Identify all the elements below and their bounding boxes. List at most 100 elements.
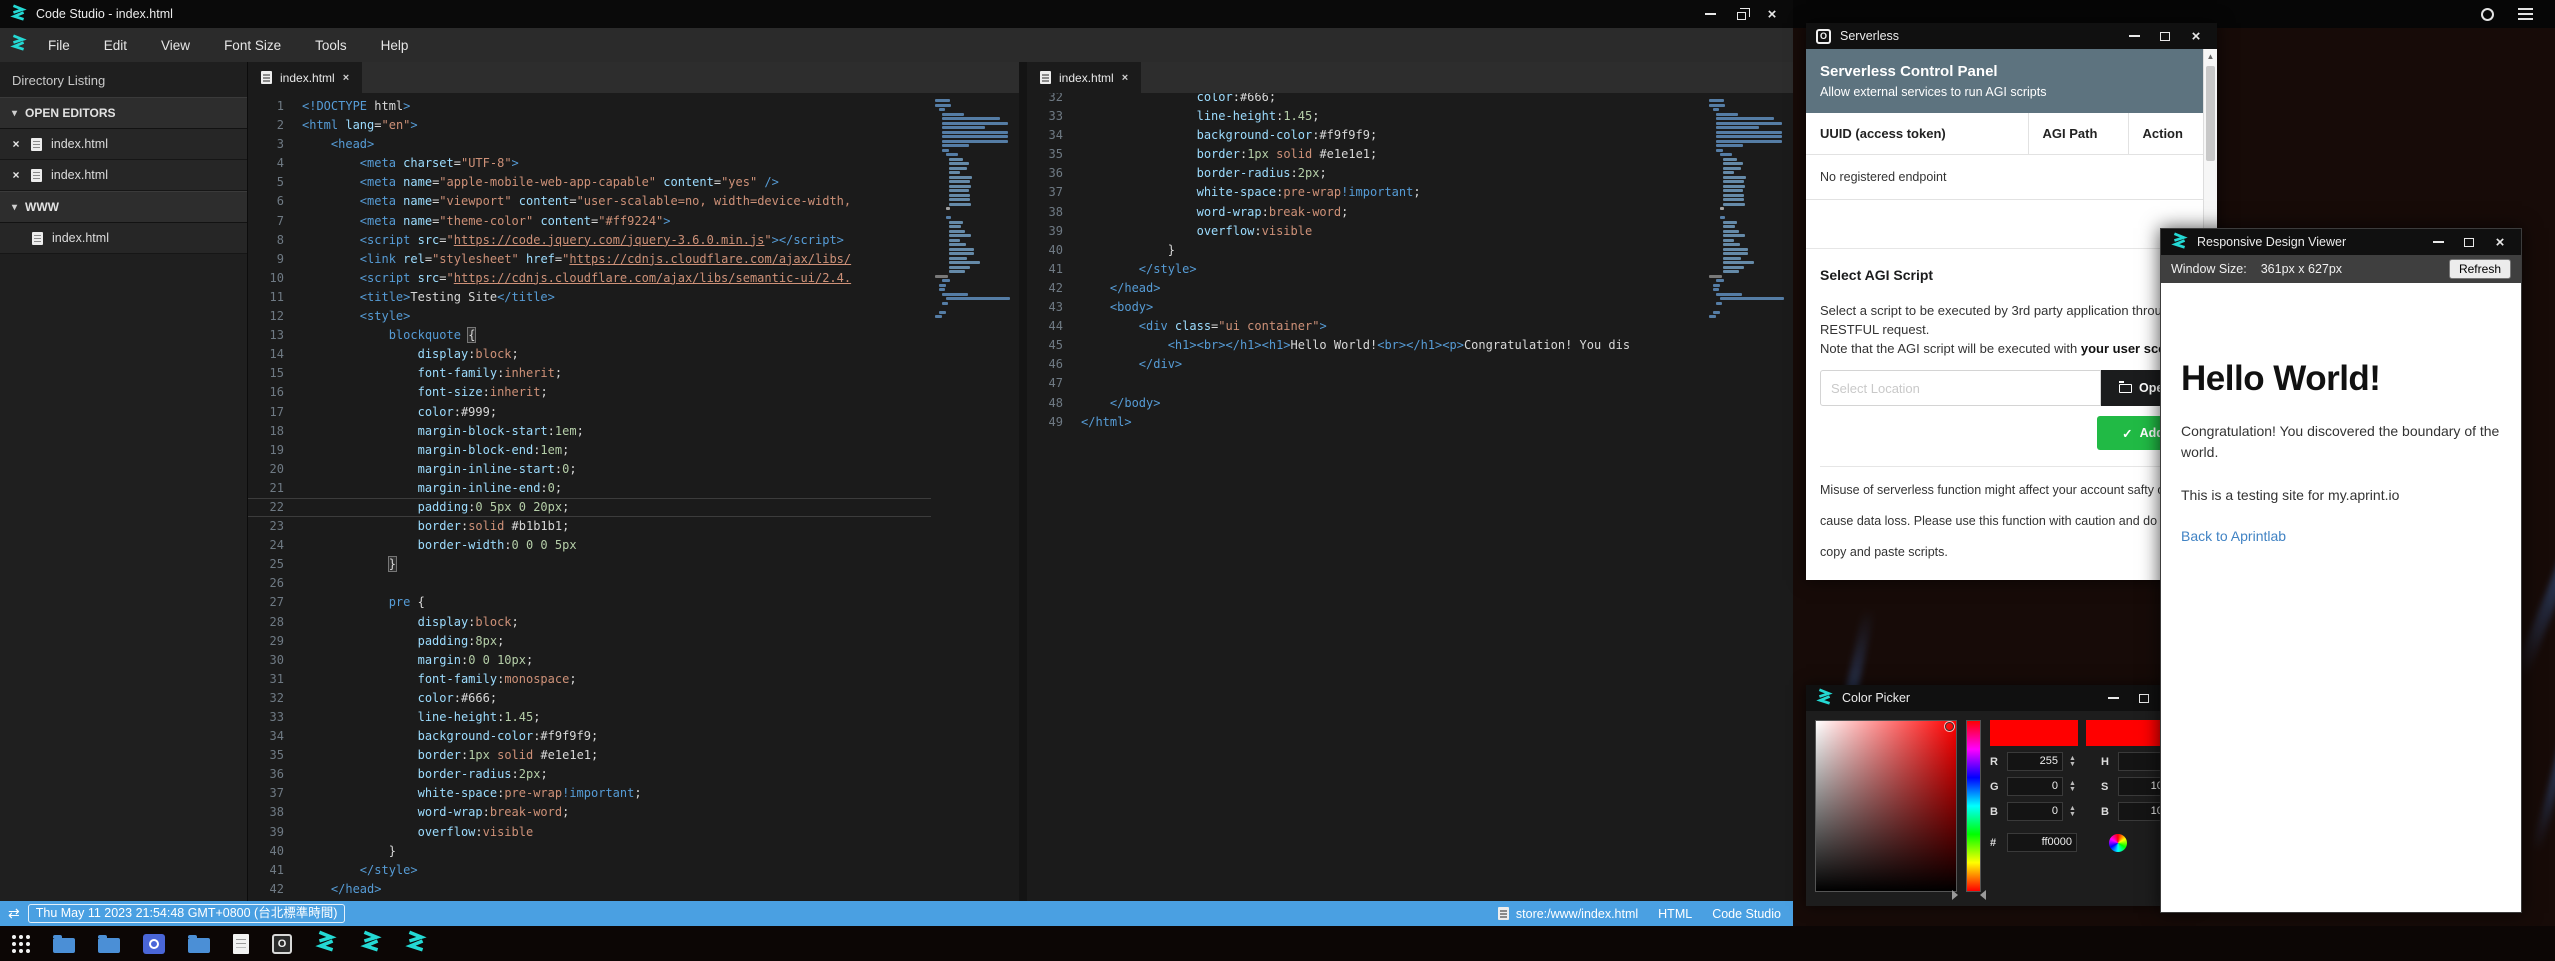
code-line: 40 } (248, 842, 1019, 861)
line-number: 1 (248, 97, 284, 116)
panel-title: Serverless Control Panel (1820, 63, 2189, 80)
rdv-title-bar: Responsive Design Viewer × (2161, 229, 2521, 255)
minimize-icon[interactable] (2123, 27, 2145, 45)
code-studio-logo-icon[interactable] (405, 930, 427, 957)
menu-item-file[interactable]: File (31, 38, 87, 53)
code-line: 5 <meta name="apple-mobile-web-app-capab… (248, 173, 1019, 192)
pane-splitter[interactable] (1019, 62, 1027, 901)
menu-item-font-size[interactable]: Font Size (207, 38, 298, 53)
maximize-icon[interactable] (2458, 233, 2480, 251)
close-file-icon[interactable]: × (10, 168, 22, 182)
close-tab-icon[interactable]: × (1122, 72, 1128, 84)
close-file-icon[interactable]: × (10, 137, 22, 151)
code-studio-logo-icon[interactable] (360, 930, 382, 957)
folder-icon[interactable] (53, 938, 75, 953)
folder-icon[interactable] (188, 938, 210, 953)
script-location-input[interactable] (1820, 370, 2101, 406)
maximize-icon[interactable] (2133, 689, 2155, 707)
minimap-line (949, 221, 963, 224)
channel-value-r[interactable]: 255 (2007, 752, 2063, 771)
hamburger-menu-icon[interactable] (2518, 8, 2533, 20)
menu-item-tools[interactable]: Tools (298, 38, 364, 53)
minimap-line (939, 288, 945, 291)
scroll-up-arrow-icon[interactable]: ▲ (2204, 49, 2217, 61)
code-line: 34 background-color:#f9f9f9; (1027, 126, 1793, 145)
editor-pane-2: index.html×32 color:#666;33 line-height:… (1027, 62, 1793, 901)
minimap-line (949, 270, 965, 273)
maximize-icon[interactable] (2154, 27, 2176, 45)
stepper-icon[interactable]: ▲▼ (2069, 781, 2077, 793)
menu-item-view[interactable]: View (144, 38, 207, 53)
sidebar-section-open-editors[interactable]: ▾OPEN EDITORS (0, 97, 247, 129)
back-to-aprintlab-link[interactable]: Back to Aprintlab (2181, 528, 2501, 544)
line-content: padding:0 5px 0 20px; (302, 499, 569, 516)
document-icon[interactable] (233, 934, 249, 954)
tab-index-html[interactable]: index.html× (1027, 62, 1141, 93)
music-disc-icon[interactable] (143, 934, 165, 954)
minimap-line (1713, 108, 1719, 111)
app-grid-icon[interactable] (12, 935, 30, 953)
menu-item-help[interactable]: Help (364, 38, 426, 53)
code-studio-logo-icon[interactable] (315, 930, 337, 957)
sidebar-item-index.html[interactable]: ×index.html (0, 129, 247, 160)
restore-icon[interactable] (1730, 5, 1752, 23)
serverless-o-icon[interactable]: O (272, 934, 292, 954)
menu-item-edit[interactable]: Edit (87, 38, 144, 53)
code-line: 32 color:#666; (248, 689, 1019, 708)
color-wheel-icon[interactable] (2109, 834, 2127, 852)
code-line: 36 border-radius:2px; (248, 765, 1019, 784)
sidebar-section-www[interactable]: ▾WWW (0, 191, 247, 223)
serverless-panel-header: Serverless Control Panel Allow external … (1806, 49, 2203, 113)
hue-slider[interactable] (1966, 720, 1981, 892)
minimize-icon[interactable] (2427, 233, 2449, 251)
refresh-button[interactable]: Refresh (2449, 259, 2511, 279)
line-content: border:solid #b1b1b1; (302, 517, 569, 536)
code-line: 18 margin-block-start:1em; (248, 422, 1019, 441)
stepper-icon[interactable]: ▲▼ (2069, 756, 2077, 768)
sidebar-item-index.html[interactable]: index.html (0, 223, 247, 254)
status-datetime[interactable]: Thu May 11 2023 21:54:48 GMT+0800 (台北標準時… (28, 904, 346, 923)
channel-value-b[interactable]: 0 (2007, 802, 2063, 821)
folder-icon[interactable] (98, 938, 120, 953)
status-file-type[interactable]: HTML (1658, 907, 1692, 921)
minimap[interactable] (931, 93, 1019, 901)
minimap-line (1716, 117, 1774, 120)
sidebar-item-index.html[interactable]: ×index.html (0, 160, 247, 191)
close-icon[interactable]: × (2185, 27, 2207, 45)
spinner-circle-icon[interactable] (2481, 8, 2494, 21)
minimap-line (949, 243, 966, 246)
close-icon[interactable]: × (2489, 233, 2511, 251)
code-area[interactable]: 1<!DOCTYPE html>2<html lang="en">3 <head… (248, 93, 1019, 901)
minimap-line (1720, 297, 1784, 300)
minimap-line (1716, 135, 1782, 138)
stepper-icon[interactable]: ▲▼ (2069, 806, 2077, 818)
minimap[interactable] (1705, 93, 1793, 901)
status-file-path[interactable]: store:/www/index.html (1516, 907, 1638, 921)
hex-value-field[interactable]: ff0000 (2007, 833, 2077, 852)
close-icon[interactable]: × (1761, 5, 1783, 23)
saturation-canvas[interactable] (1815, 720, 1957, 892)
minimize-icon[interactable] (1699, 5, 1721, 23)
code-area[interactable]: 32 color:#666;33 line-height:1.45;34 bac… (1027, 93, 1793, 901)
channel-value-g[interactable]: 0 (2007, 777, 2063, 796)
line-number: 37 (248, 784, 284, 803)
tab-index-html[interactable]: index.html× (248, 62, 362, 93)
minimize-icon[interactable] (2102, 689, 2124, 707)
line-content: white-space:pre-wrap!important; (302, 784, 642, 803)
line-content: <div class="ui container"> (1081, 317, 1327, 336)
code-line: 6 <meta name="viewport" content="user-sc… (248, 192, 1019, 211)
line-number: 3 (248, 135, 284, 154)
line-number: 46 (1027, 355, 1063, 374)
line-content: font-family:inherit; (302, 364, 562, 383)
line-number: 6 (248, 192, 284, 211)
misuse-warning-text: Misuse of serverless function might affe… (1820, 475, 2189, 568)
line-number: 36 (1027, 164, 1063, 183)
slider-marker-icon[interactable] (1980, 890, 1986, 900)
close-tab-icon[interactable]: × (343, 72, 349, 84)
scrollbar-thumb[interactable] (2206, 66, 2215, 161)
line-content: color:#999; (302, 403, 497, 422)
color-cursor[interactable] (1945, 722, 1954, 731)
minimap-line (942, 126, 985, 129)
window-size-label: Window Size: (2171, 262, 2247, 276)
slider-marker-icon[interactable] (1952, 890, 1958, 900)
